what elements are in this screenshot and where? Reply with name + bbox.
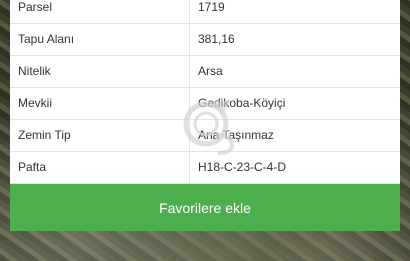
detail-value: 1719 <box>198 0 225 14</box>
table-row: Tapu Alanı 381,16 <box>10 23 400 55</box>
table-row: Zemin Tip Ana Taşınmaz <box>10 119 400 151</box>
add-to-favorites-button[interactable]: Favorilere ekle <box>10 184 400 231</box>
detail-key: Parsel <box>10 0 190 23</box>
detail-value: Gedikoba-Köyiçi <box>198 96 286 110</box>
parcel-info-panel: Parsel 1719 Tapu Alanı 381,16 Nitelik Ar… <box>10 0 400 231</box>
detail-key: Mevkii <box>10 87 190 119</box>
detail-key: Pafta <box>10 151 190 183</box>
table-row: Parsel 1719 <box>10 0 400 23</box>
detail-value: Ana Taşınmaz <box>198 128 274 142</box>
detail-key: Tapu Alanı <box>10 23 190 55</box>
table-row: Pafta H18-C-23-C-4-D <box>10 151 400 183</box>
detail-key: Zemin Tip <box>10 119 190 151</box>
detail-value: Arsa <box>198 64 223 78</box>
table-row: Nitelik Arsa <box>10 55 400 87</box>
detail-value: H18-C-23-C-4-D <box>198 160 287 174</box>
detail-value: 381,16 <box>198 32 235 46</box>
table-row: Mevkii Gedikoba-Köyiçi <box>10 87 400 119</box>
parcel-details-table: Parsel 1719 Tapu Alanı 381,16 Nitelik Ar… <box>10 0 400 184</box>
detail-key: Nitelik <box>10 55 190 87</box>
